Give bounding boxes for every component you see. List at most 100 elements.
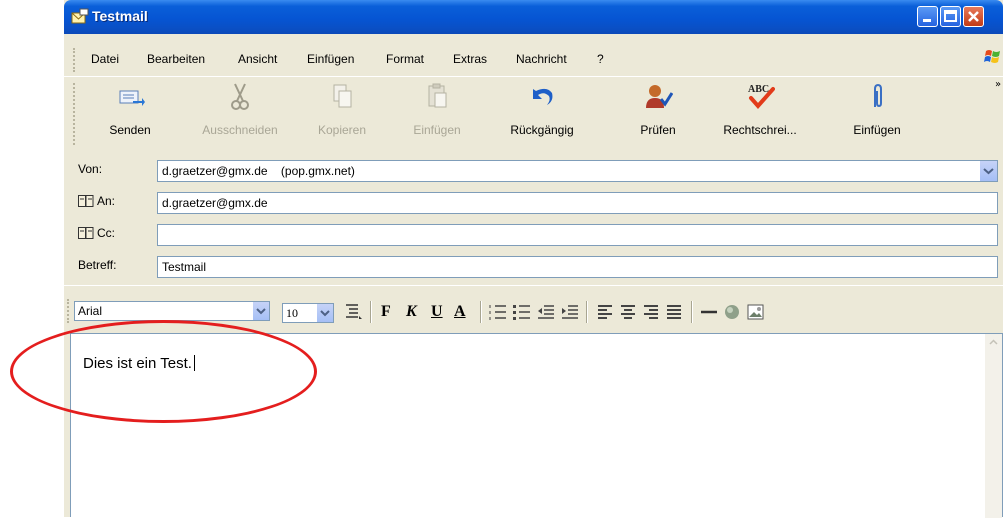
- font-color-button[interactable]: A: [454, 303, 466, 321]
- format-toolbar: Arial 10 F K U A: [64, 285, 1003, 334]
- menu-datei[interactable]: Datei: [91, 52, 119, 66]
- body-text-line: Dies ist ein Test.: [83, 355, 195, 372]
- from-label: Von:: [78, 162, 103, 176]
- body-text: Dies ist ein Test.: [83, 355, 192, 372]
- separator: [586, 301, 588, 323]
- attach-label: Einfügen: [853, 123, 901, 137]
- to-field[interactable]: d.graetzer@gmx.de: [157, 192, 998, 214]
- title-bar[interactable]: Testmail: [64, 0, 1003, 34]
- hyperlink-icon[interactable]: [722, 302, 742, 322]
- text-caret: [193, 355, 195, 371]
- message-headers: Von: d.graetzer@gmx.de (pop.gmx.net) An:…: [64, 150, 1003, 284]
- font-value: Arial: [78, 304, 103, 318]
- menu-help[interactable]: ?: [597, 52, 604, 66]
- from-value: d.graetzer@gmx.de (pop.gmx.net): [162, 164, 355, 178]
- paste-button[interactable]: Einfügen: [402, 79, 472, 149]
- chevron-down-icon: [983, 168, 994, 175]
- font-dropdown-arrow[interactable]: [253, 302, 269, 320]
- copy-label: Kopieren: [317, 123, 367, 137]
- align-center-icon[interactable]: [619, 303, 637, 321]
- scissors-icon: [231, 83, 249, 110]
- to-button[interactable]: An:: [78, 194, 115, 208]
- minimize-button[interactable]: [917, 6, 938, 27]
- cc-label: Cc:: [97, 226, 115, 240]
- close-icon: [968, 11, 979, 22]
- cut-button[interactable]: Ausschneiden: [192, 79, 288, 149]
- menu-bar: Datei Bearbeiten Ansicht Einfügen Format…: [64, 42, 1003, 76]
- increase-indent-icon[interactable]: [560, 303, 580, 321]
- compose-window: Testmail Datei Bearbeiten Ansicht Einfüg…: [64, 0, 1003, 518]
- undo-icon: [533, 88, 553, 105]
- from-dropdown-arrow[interactable]: [979, 161, 997, 181]
- chevron-down-icon: [320, 310, 330, 317]
- font-size-select[interactable]: 10: [282, 303, 334, 323]
- address-book-icon: [78, 195, 94, 207]
- subject-field[interactable]: Testmail: [157, 256, 998, 278]
- attach-button[interactable]: Einfügen: [842, 79, 912, 149]
- spelling-icon-text: ABC: [748, 84, 769, 95]
- check-names-icon: [646, 85, 673, 108]
- maximize-button[interactable]: [940, 6, 961, 27]
- windows-logo-icon: [984, 50, 1000, 63]
- clipboard-icon: [428, 83, 447, 108]
- toolbar-grip[interactable]: [73, 83, 78, 145]
- check-names-button[interactable]: Prüfen: [630, 79, 686, 149]
- italic-button[interactable]: K: [406, 303, 417, 321]
- spelling-label: Rechtschrei...: [723, 123, 797, 137]
- bullet-list-icon[interactable]: [512, 303, 532, 321]
- subject-value: Testmail: [162, 260, 207, 274]
- spelling-icon: ABC: [748, 84, 775, 110]
- bold-button[interactable]: F: [381, 303, 391, 321]
- separator: [370, 301, 372, 323]
- underline-button[interactable]: U: [431, 303, 443, 321]
- spelling-button[interactable]: ABC Rechtschrei...: [712, 79, 808, 149]
- menu-einfuegen[interactable]: Einfügen: [307, 52, 354, 66]
- horizontal-line-icon[interactable]: [700, 303, 718, 321]
- send-label: Senden: [109, 123, 151, 137]
- menu-format[interactable]: Format: [386, 52, 424, 66]
- paperclip-icon: [874, 83, 882, 108]
- new-mail-icon: [71, 8, 89, 24]
- toolbar-overflow-button[interactable]: »: [995, 79, 1001, 90]
- paragraph-style-icon[interactable]: [344, 302, 364, 322]
- to-label: An:: [97, 194, 116, 208]
- toolbar: Senden Ausschneiden Kopieren Einfügen Rü…: [64, 76, 1003, 151]
- paste-label: Einfügen: [413, 123, 461, 137]
- check-names-label: Prüfen: [640, 123, 676, 137]
- insert-picture-icon[interactable]: [746, 302, 766, 322]
- menu-extras[interactable]: Extras: [453, 52, 487, 66]
- cc-button[interactable]: Cc:: [78, 226, 115, 240]
- minimize-icon: [923, 19, 931, 22]
- format-grip[interactable]: [67, 299, 72, 323]
- vertical-scrollbar[interactable]: [985, 334, 1002, 518]
- chevron-down-icon: [256, 308, 266, 315]
- copy-button[interactable]: Kopieren: [306, 79, 378, 149]
- font-select[interactable]: Arial: [74, 301, 270, 321]
- align-right-icon[interactable]: [642, 303, 660, 321]
- cut-label: Ausschneiden: [202, 123, 278, 137]
- numbered-list-icon[interactable]: [488, 303, 508, 321]
- menu-bearbeiten[interactable]: Bearbeiten: [147, 52, 205, 66]
- decrease-indent-icon[interactable]: [536, 303, 556, 321]
- separator: [480, 301, 482, 323]
- send-icon: [119, 90, 145, 106]
- copy-icon: [333, 84, 352, 108]
- close-button[interactable]: [963, 6, 984, 27]
- scroll-up-icon[interactable]: [985, 334, 1002, 351]
- send-button[interactable]: Senden: [92, 79, 168, 149]
- from-dropdown[interactable]: d.graetzer@gmx.de (pop.gmx.net): [157, 160, 998, 182]
- menubar-grip[interactable]: [73, 48, 78, 72]
- menu-nachricht[interactable]: Nachricht: [516, 52, 567, 66]
- subject-label: Betreff:: [78, 258, 117, 272]
- undo-label: Rückgängig: [510, 123, 574, 137]
- message-body[interactable]: Dies ist ein Test.: [70, 333, 1003, 518]
- window-title: Testmail: [92, 8, 148, 24]
- undo-button[interactable]: Rückgängig: [502, 79, 582, 149]
- menu-ansicht[interactable]: Ansicht: [238, 52, 277, 66]
- to-value: d.graetzer@gmx.de: [162, 196, 268, 210]
- justify-icon[interactable]: [665, 303, 683, 321]
- font-size-value: 10: [286, 306, 298, 320]
- align-left-icon[interactable]: [596, 303, 614, 321]
- size-dropdown-arrow[interactable]: [317, 304, 333, 322]
- cc-field[interactable]: [157, 224, 998, 246]
